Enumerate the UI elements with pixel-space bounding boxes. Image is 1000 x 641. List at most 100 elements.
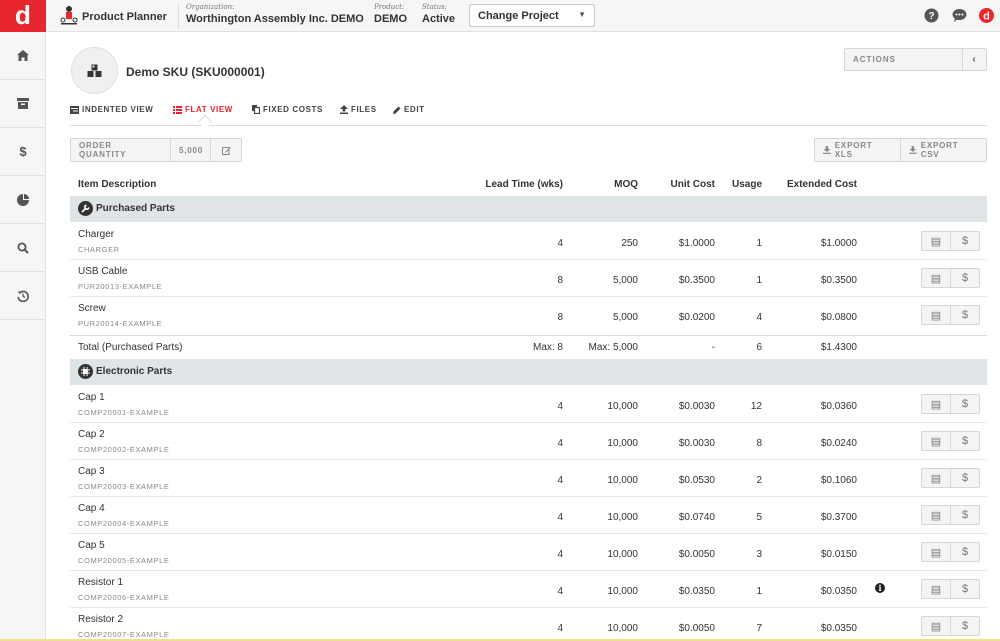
export-xls-button[interactable]: EXPORT XLS <box>815 139 901 161</box>
col-lead-time[interactable]: Lead Time (wks) <box>485 179 563 190</box>
unit-cost: $1.0000 <box>678 238 715 249</box>
edit-icon <box>221 146 231 155</box>
col-item-description[interactable]: Item Description <box>78 179 156 190</box>
sidebar-item-home[interactable] <box>0 32 46 80</box>
usage: 1 <box>756 275 762 286</box>
table-row[interactable]: Cap 4 COMP20004-EXAMPLE 4 10,000 $0.0740… <box>70 497 987 534</box>
document-icon[interactable]: ▤ <box>922 269 951 287</box>
organization-label: Organization: <box>186 3 235 11</box>
document-icon[interactable]: ▤ <box>922 232 951 250</box>
status-label: Status: <box>422 3 448 11</box>
dollar-icon[interactable]: $ <box>951 269 979 287</box>
document-icon[interactable]: ▤ <box>922 306 951 324</box>
document-icon[interactable]: ▤ <box>922 543 951 561</box>
history-icon <box>17 290 29 302</box>
group-header-purchased-parts: Purchased Parts <box>70 196 987 222</box>
table-row[interactable]: Resistor 1 COMP20006-EXAMPLE 4 10,000 $0… <box>70 571 987 608</box>
table-row[interactable]: Cap 5 COMP20005-EXAMPLE 4 10,000 $0.0050… <box>70 534 987 571</box>
document-icon[interactable]: ▤ <box>922 432 951 450</box>
moq: 10,000 <box>607 549 638 560</box>
change-project-select[interactable]: Change Project ▼ <box>469 4 595 27</box>
usage: 8 <box>756 438 762 449</box>
user-avatar[interactable]: d <box>979 8 994 23</box>
extended-cost: $0.3700 <box>820 512 857 523</box>
actions-label: ACTIONS <box>853 55 896 64</box>
chat-icon[interactable] <box>952 8 967 23</box>
dollar-icon[interactable]: $ <box>951 469 979 487</box>
lead-time: 4 <box>557 438 563 449</box>
row-actions: ▤ $ <box>921 505 980 525</box>
dollar-icon[interactable]: $ <box>951 543 979 561</box>
usage: 1 <box>756 238 762 249</box>
tab-files[interactable]: FILES <box>340 105 377 114</box>
usage: 3 <box>756 549 762 560</box>
chevron-left-icon: ‹ <box>962 49 986 70</box>
tab-indented-view[interactable]: INDENTED VIEW <box>70 105 153 114</box>
item-code: COMP20001-EXAMPLE <box>78 408 170 417</box>
app-logo[interactable]: d <box>0 0 46 32</box>
help-icon[interactable]: ? <box>924 8 939 23</box>
actions-button[interactable]: ACTIONS ‹ <box>844 48 987 71</box>
info-icon[interactable]: i <box>875 583 885 593</box>
dollar-icon[interactable]: $ <box>951 432 979 450</box>
dollar-icon[interactable]: $ <box>951 617 979 635</box>
table-row[interactable]: Cap 2 COMP20002-EXAMPLE 4 10,000 $0.0030… <box>70 423 987 460</box>
tab-flat-view[interactable]: FLAT VIEW <box>173 105 233 114</box>
document-icon[interactable]: ▤ <box>922 580 951 598</box>
tab-label: FLAT VIEW <box>185 105 233 114</box>
dollar-icon[interactable]: $ <box>951 506 979 524</box>
table-row[interactable]: Cap 3 COMP20003-EXAMPLE 4 10,000 $0.0530… <box>70 460 987 497</box>
item-name: Cap 4 <box>78 503 105 514</box>
sidebar-item-inbox[interactable] <box>0 80 46 128</box>
col-extended-cost[interactable]: Extended Cost <box>787 179 857 190</box>
table-row[interactable]: Resistor 2 COMP20007-EXAMPLE 4 10,000 $0… <box>70 608 987 641</box>
document-icon[interactable]: ▤ <box>922 395 951 413</box>
dollar-icon[interactable]: $ <box>951 232 979 250</box>
dollar-icon[interactable]: $ <box>951 306 979 324</box>
app-name: Product Planner <box>82 11 167 23</box>
item-code: COMP20005-EXAMPLE <box>78 556 170 565</box>
export-csv-label: EXPORT CSV <box>920 141 959 159</box>
sidebar-item-history[interactable] <box>0 272 46 320</box>
moq: 10,000 <box>607 586 638 597</box>
upload-icon <box>340 105 348 114</box>
table-row[interactable]: Charger CHARGER 4 250 $1.0000 1 $1.0000 … <box>70 223 987 260</box>
tab-label: FILES <box>351 105 377 114</box>
tab-label: FIXED COSTS <box>263 105 323 114</box>
sku-avatar <box>71 47 118 94</box>
extended-cost: $0.0800 <box>820 312 857 323</box>
tab-edit[interactable]: EDIT <box>393 105 425 114</box>
table-row[interactable]: USB Cable PUR20013-EXAMPLE 8 5,000 $0.35… <box>70 260 987 297</box>
dollar-icon[interactable]: $ <box>951 580 979 598</box>
tab-label: INDENTED VIEW <box>82 105 154 114</box>
sidebar-item-cost[interactable]: $ <box>0 128 46 176</box>
row-actions: ▤ $ <box>921 616 980 636</box>
tab-fixed-costs[interactable]: FIXED COSTS <box>252 105 323 114</box>
row-actions: ▤ $ <box>921 305 980 325</box>
moq: 250 <box>621 238 638 249</box>
document-icon[interactable]: ▤ <box>922 469 951 487</box>
col-unit-cost[interactable]: Unit Cost <box>671 179 715 190</box>
dollar-icon[interactable]: $ <box>951 395 979 413</box>
sidebar-item-reports[interactable] <box>0 176 46 224</box>
sidebar-item-search[interactable] <box>0 224 46 272</box>
edit-quantity-button[interactable] <box>211 139 241 161</box>
table-row[interactable]: Screw PUR20014-EXAMPLE 8 5,000 $0.0200 4… <box>70 297 987 334</box>
export-group: EXPORT XLS EXPORT CSV <box>814 138 987 162</box>
table-row[interactable]: Cap 1 COMP20001-EXAMPLE 4 10,000 $0.0030… <box>70 386 987 423</box>
lead-time: 4 <box>557 586 563 597</box>
col-usage[interactable]: Usage <box>732 179 762 190</box>
export-csv-button[interactable]: EXPORT CSV <box>901 139 986 161</box>
usage: 2 <box>756 475 762 486</box>
top-bar: d Product Planner Organization: Worthing… <box>0 0 1000 32</box>
row-actions: ▤ $ <box>921 542 980 562</box>
lead-time: 4 <box>557 238 563 249</box>
document-icon[interactable]: ▤ <box>922 506 951 524</box>
lead-time: 4 <box>557 549 563 560</box>
document-icon[interactable]: ▤ <box>922 617 951 635</box>
col-moq[interactable]: MOQ <box>614 179 638 190</box>
organization-info: Organization: Worthington Assembly Inc. … <box>186 3 364 26</box>
unit-cost: $0.0200 <box>678 312 715 323</box>
unit-cost: $0.0030 <box>678 401 715 412</box>
copy-icon <box>252 105 260 114</box>
